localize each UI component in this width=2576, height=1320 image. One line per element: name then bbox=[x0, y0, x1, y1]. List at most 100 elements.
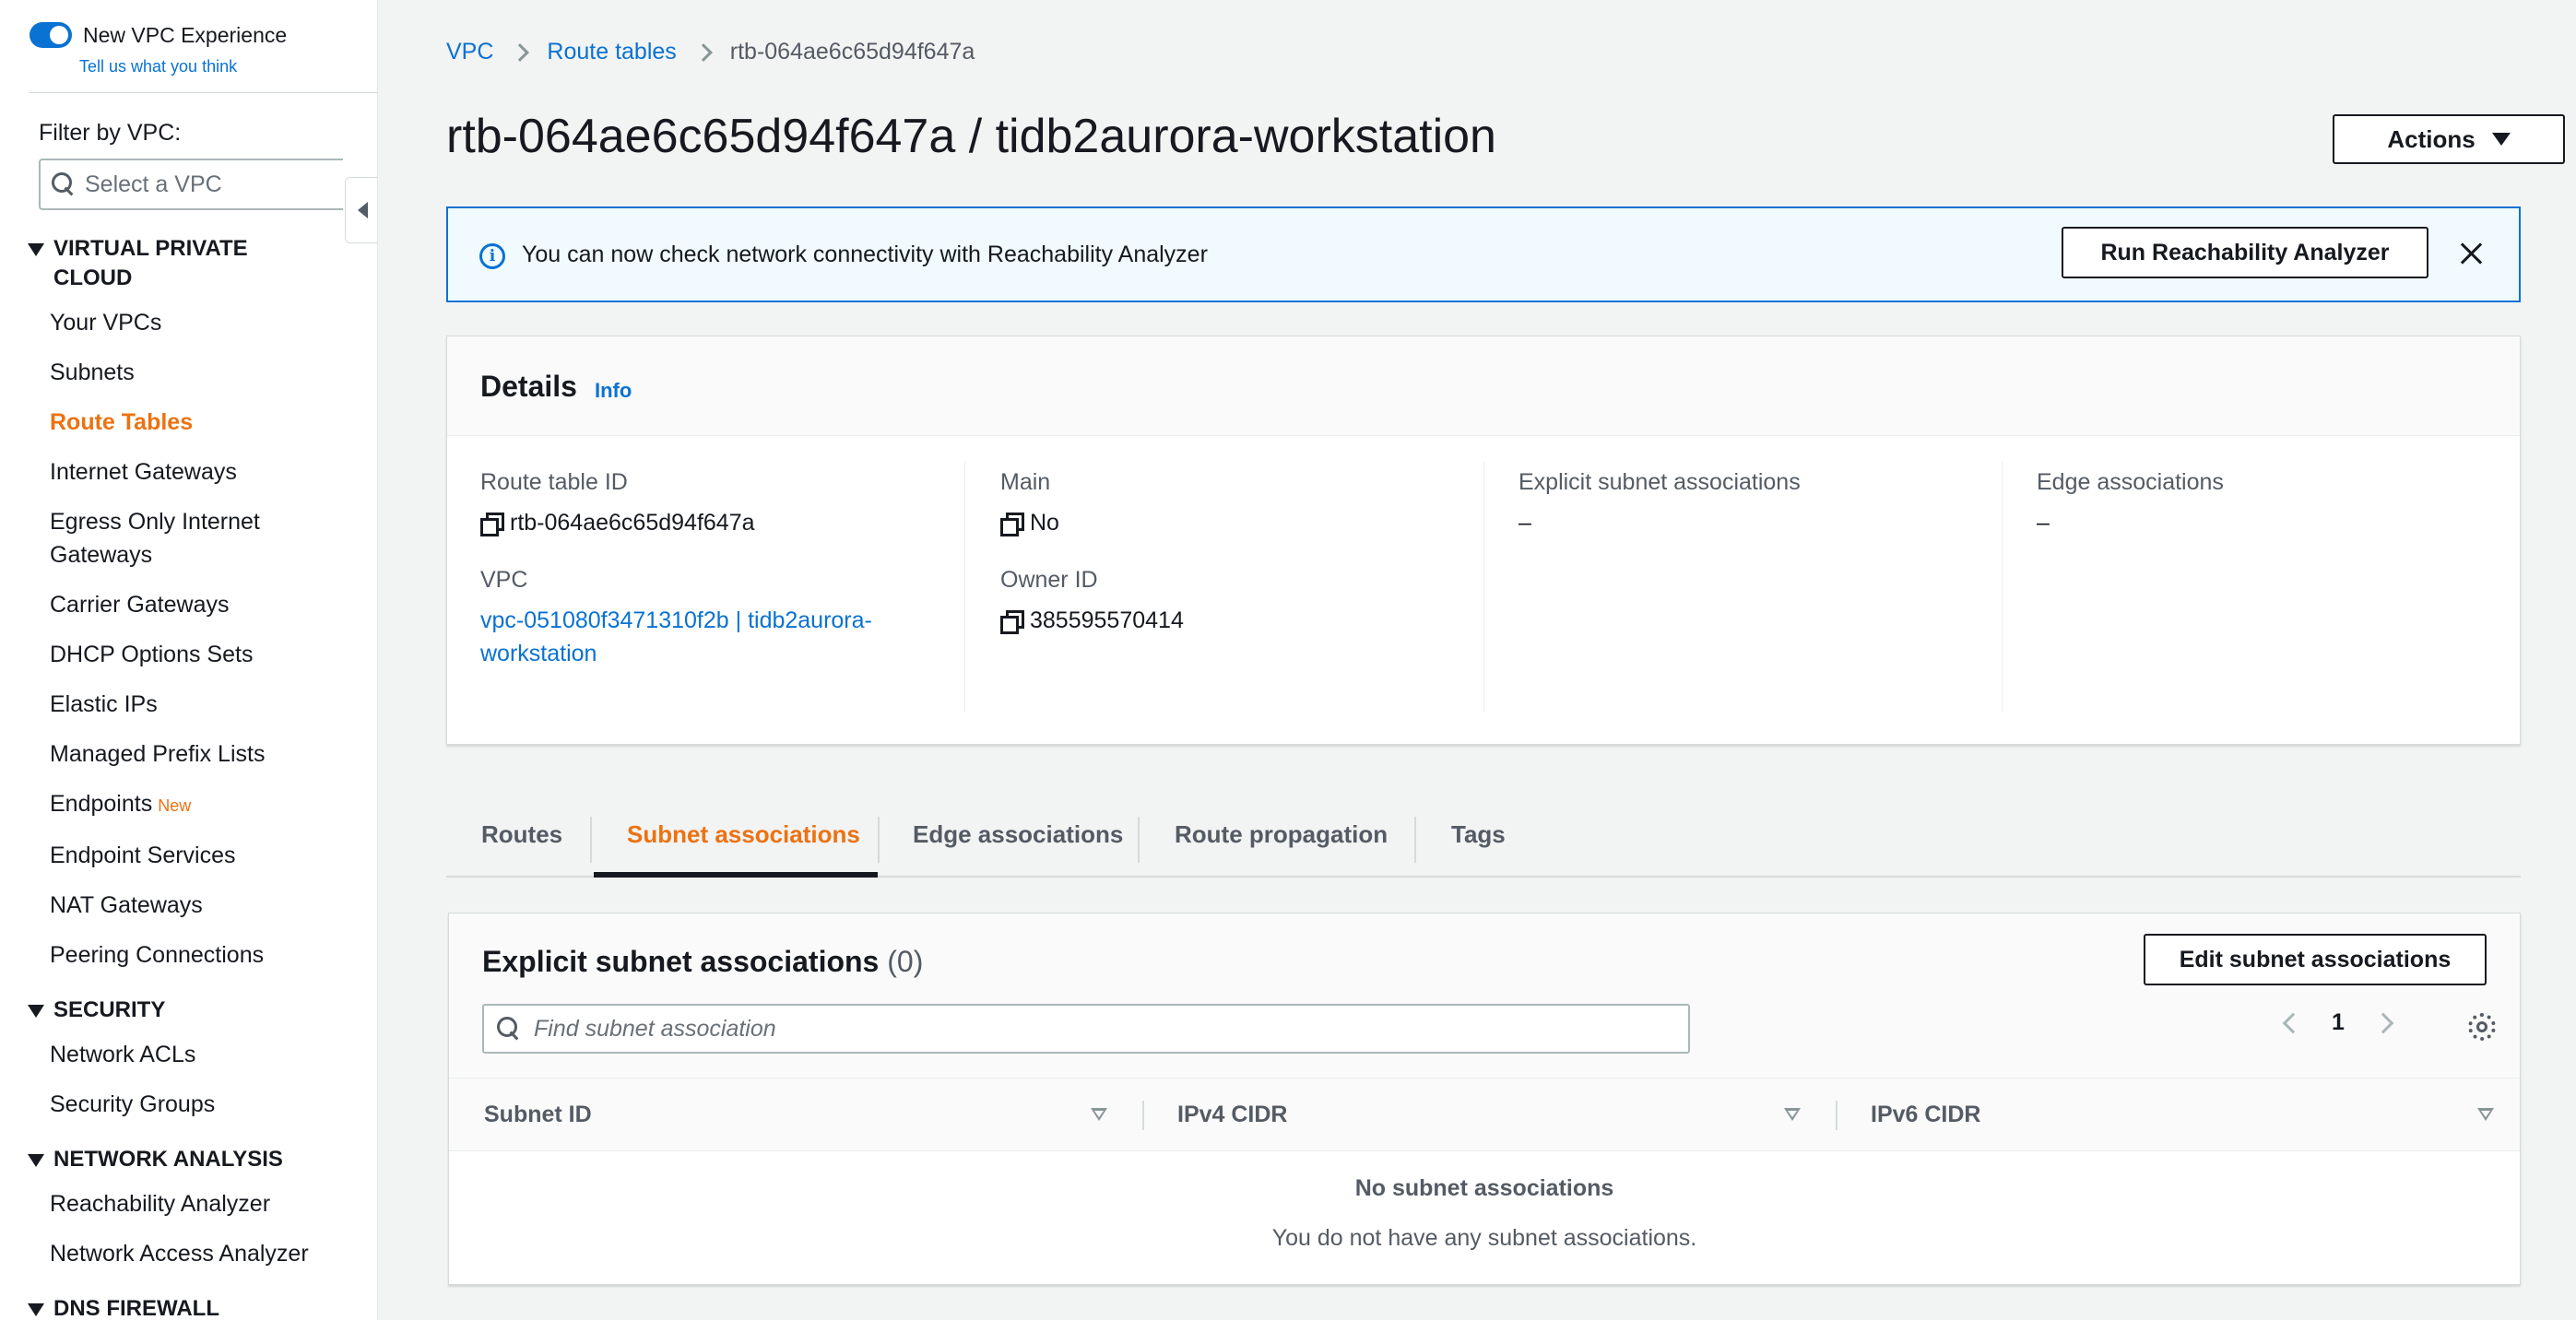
new-experience-toggle[interactable] bbox=[30, 22, 72, 48]
tab-separator bbox=[1138, 817, 1140, 863]
owner-id-label: Owner ID bbox=[1000, 567, 1098, 593]
caret-down-icon bbox=[2491, 133, 2511, 146]
search-icon bbox=[497, 1017, 521, 1041]
sort-icon[interactable] bbox=[1091, 1108, 1107, 1121]
main-content: VPC Route tables rtb-064ae6c65d94f647a r… bbox=[378, 0, 2576, 1320]
tab-tags[interactable]: Tags bbox=[1451, 791, 1506, 878]
table-count: (0) bbox=[887, 945, 924, 978]
sidebar-item-carrier-gateways[interactable]: Carrier Gateways bbox=[50, 588, 230, 621]
gear-icon[interactable] bbox=[2468, 1013, 2496, 1041]
section-network-analysis[interactable]: NETWORK ANALYSIS bbox=[28, 1145, 283, 1174]
section-virtual-private-cloud[interactable]: VIRTUAL PRIVATE CLOUD bbox=[28, 234, 248, 293]
pagination: 1 bbox=[2282, 1009, 2394, 1036]
tab-separator bbox=[878, 817, 880, 863]
toggle-label: New VPC Experience bbox=[83, 22, 288, 47]
tab-separator bbox=[590, 817, 592, 863]
sidebar-item-route-tables[interactable]: Route Tables bbox=[50, 406, 193, 439]
edit-subnet-associations-button[interactable]: Edit subnet associations bbox=[2144, 934, 2487, 985]
info-flashbar: i You can now check network connectivity… bbox=[446, 206, 2521, 302]
sidebar-item-egress-only-internet-gateways[interactable]: Egress Only Internet Gateways bbox=[50, 505, 260, 572]
sidebar-item-nat-gateways[interactable]: NAT Gateways bbox=[50, 889, 203, 922]
sidebar-item-endpoint-services[interactable]: Endpoint Services bbox=[50, 839, 236, 872]
actions-button[interactable]: Actions bbox=[2333, 114, 2565, 164]
breadcrumb-current: rtb-064ae6c65d94f647a bbox=[729, 39, 975, 65]
column-divider bbox=[2002, 462, 2003, 713]
table-title: Explicit subnet associations (0) bbox=[482, 945, 924, 978]
sidebar-item-endpoints[interactable]: Endpoints New bbox=[50, 787, 191, 822]
details-col-4: Edge associations – bbox=[2037, 467, 2498, 716]
sort-icon[interactable] bbox=[2477, 1108, 2494, 1121]
sidebar-item-dhcp-options-sets[interactable]: DHCP Options Sets bbox=[50, 638, 253, 671]
info-link[interactable]: Info bbox=[595, 379, 632, 403]
sort-icon[interactable] bbox=[1784, 1108, 1801, 1121]
breadcrumb: VPC Route tables rtb-064ae6c65d94f647a bbox=[446, 39, 975, 65]
breadcrumb-vpc[interactable]: VPC bbox=[446, 39, 493, 65]
column-divider bbox=[1483, 462, 1484, 713]
close-icon[interactable] bbox=[2458, 240, 2486, 267]
details-title: Details bbox=[480, 370, 577, 403]
active-tab-indicator bbox=[594, 872, 878, 878]
route-table-id-value: rtb-064ae6c65d94f647a bbox=[480, 506, 960, 539]
page-number[interactable]: 1 bbox=[2332, 1009, 2345, 1036]
collapse-sidebar-button[interactable] bbox=[345, 177, 377, 243]
column-divider bbox=[964, 462, 965, 713]
sidebar-item-internet-gateways[interactable]: Internet Gateways bbox=[50, 455, 237, 489]
tab-subnet-associations[interactable]: Subnet associations bbox=[627, 791, 860, 878]
caret-down-icon bbox=[28, 243, 44, 256]
section-title: DNS FIREWALL bbox=[53, 1296, 219, 1320]
tab-route-propagation[interactable]: Route propagation bbox=[1175, 791, 1388, 878]
column-divider bbox=[1142, 1101, 1144, 1130]
details-panel: Details Info Route table ID rtb-064ae6c6… bbox=[446, 336, 2521, 745]
sidebar-item-security-groups[interactable]: Security Groups bbox=[50, 1088, 215, 1121]
edge-associations-label: Edge associations bbox=[2037, 469, 2224, 495]
empty-state-title: No subnet associations bbox=[1354, 1175, 1614, 1201]
section-security[interactable]: SECURITY bbox=[28, 996, 165, 1025]
tab-separator bbox=[1414, 817, 1416, 863]
sidebar-item-network-access-analyzer[interactable]: Network Access Analyzer bbox=[50, 1237, 309, 1270]
chevron-right-icon[interactable] bbox=[2372, 1012, 2394, 1033]
sidebar-item-reachability-analyzer[interactable]: Reachability Analyzer bbox=[50, 1187, 270, 1220]
vpc-link[interactable]: vpc-051080f3471310f2b | tidb2aurora- wor… bbox=[480, 604, 960, 670]
main-value: No bbox=[1000, 506, 1480, 539]
copy-icon[interactable] bbox=[1000, 513, 1024, 536]
copy-icon[interactable] bbox=[1000, 610, 1024, 634]
subnet-associations-panel: Explicit subnet associations (0) Edit su… bbox=[448, 913, 2521, 1285]
main-label: Main bbox=[1000, 469, 1051, 495]
sidebar-item-subnets[interactable]: Subnets bbox=[50, 356, 135, 389]
new-badge: New bbox=[158, 796, 192, 815]
chevron-right-icon bbox=[511, 42, 530, 62]
search-input[interactable]: Find subnet association bbox=[482, 1004, 1690, 1054]
route-table-id-label: Route table ID bbox=[480, 469, 628, 495]
breadcrumb-route-tables[interactable]: Route tables bbox=[547, 39, 676, 65]
section-dns-firewall[interactable]: DNS FIREWALL bbox=[28, 1294, 219, 1320]
column-header-subnet-id[interactable]: Subnet ID bbox=[484, 1078, 592, 1150]
details-col-3: Explicit subnet associations – bbox=[1518, 467, 1998, 716]
search-placeholder: Find subnet association bbox=[534, 1015, 776, 1042]
sidebar-item-elastic-ips[interactable]: Elastic IPs bbox=[50, 688, 158, 721]
empty-state-description: You do not have any subnet associations. bbox=[1271, 1225, 1697, 1251]
vpc-filter-select[interactable]: Select a VPC bbox=[39, 159, 343, 210]
run-reachability-analyzer-button[interactable]: Run Reachability Analyzer bbox=[2062, 227, 2428, 278]
section-title: VIRTUAL PRIVATE CLOUD bbox=[53, 236, 248, 290]
tab-routes[interactable]: Routes bbox=[481, 791, 562, 878]
caret-down-icon bbox=[28, 1303, 44, 1316]
tabs: Routes Subnet associations Edge associat… bbox=[446, 791, 2521, 878]
page-title: rtb-064ae6c65d94f647a / tidb2aurora-work… bbox=[446, 110, 1496, 163]
copy-icon[interactable] bbox=[480, 513, 504, 536]
chevron-left-icon[interactable] bbox=[2282, 1012, 2304, 1033]
column-divider bbox=[1836, 1101, 1837, 1130]
sidebar-item-network-acls[interactable]: Network ACLs bbox=[50, 1038, 195, 1071]
feedback-link[interactable]: Tell us what you think bbox=[79, 57, 237, 77]
sidebar-item-peering-connections[interactable]: Peering Connections bbox=[50, 938, 264, 972]
new-experience-toggle-row: New VPC Experience bbox=[30, 22, 287, 48]
sidebar-item-your-vpcs[interactable]: Your VPCs bbox=[50, 306, 161, 339]
caret-left-icon bbox=[358, 202, 368, 218]
sidebar-item-managed-prefix-lists[interactable]: Managed Prefix Lists bbox=[50, 737, 265, 771]
column-header-ipv6-cidr[interactable]: IPv6 CIDR bbox=[1871, 1078, 1980, 1150]
column-header-ipv4-cidr[interactable]: IPv4 CIDR bbox=[1177, 1078, 1287, 1150]
sidebar: New VPC Experience Tell us what you thin… bbox=[0, 0, 378, 1320]
tab-edge-associations[interactable]: Edge associations bbox=[913, 791, 1123, 878]
edge-associations-value: – bbox=[2037, 510, 2050, 536]
vpc-console: New VPC Experience Tell us what you thin… bbox=[0, 0, 2576, 1320]
search-icon bbox=[52, 172, 76, 196]
